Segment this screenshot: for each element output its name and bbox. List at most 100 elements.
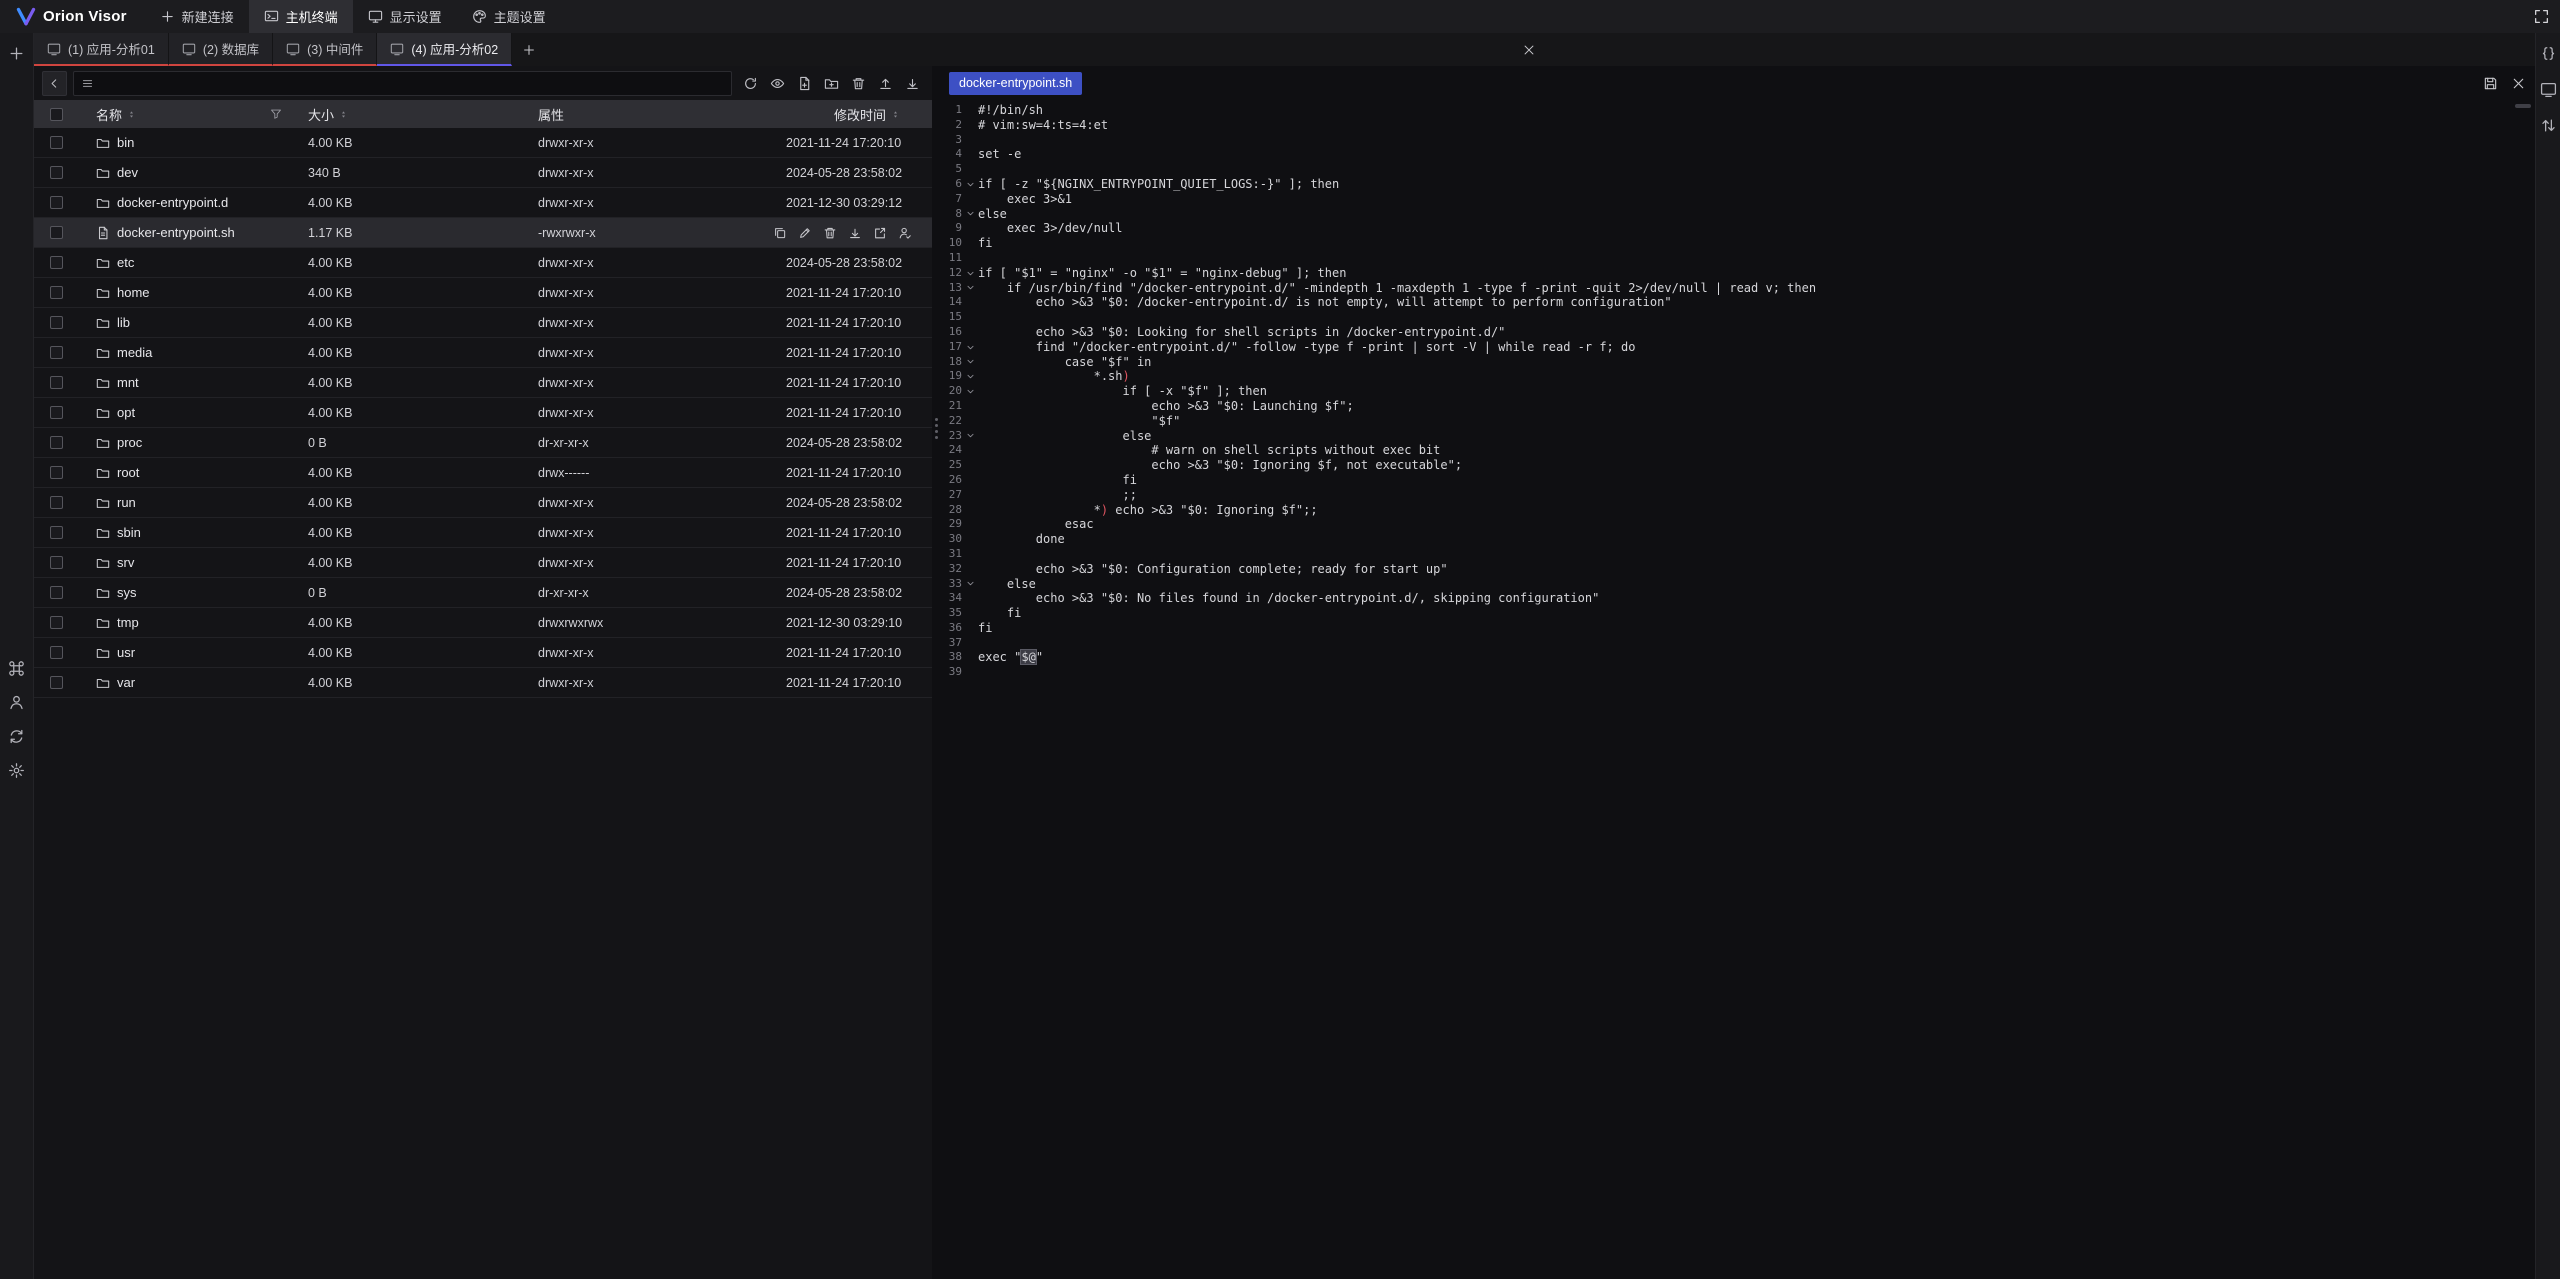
fullscreen-icon[interactable] <box>2533 8 2550 25</box>
column-header-name[interactable]: 名称 <box>78 100 290 128</box>
file-row-docker-entrypoint.d[interactable]: docker-entrypoint.d4.00 KBdrwxr-xr-x2021… <box>34 188 932 218</box>
shortcut-icon[interactable] <box>8 660 25 677</box>
column-header-size[interactable]: 大小 <box>290 100 520 128</box>
sort-icon[interactable] <box>339 108 348 121</box>
snippet-icon[interactable] <box>2540 45 2557 62</box>
user-icon[interactable] <box>8 694 25 711</box>
new-file-button[interactable] <box>792 71 816 95</box>
fold-chevron-icon[interactable] <box>962 209 978 218</box>
close-editor-icon[interactable] <box>2511 76 2526 91</box>
row-checkbox[interactable] <box>50 436 63 449</box>
file-row-mnt[interactable]: mnt4.00 KBdrwxr-xr-x2021-11-24 17:20:10 <box>34 368 932 398</box>
sync-icon[interactable] <box>8 728 25 745</box>
brand[interactable]: Orion Visor <box>0 7 145 27</box>
save-icon[interactable] <box>2483 76 2498 91</box>
file-row-sbin[interactable]: sbin4.00 KBdrwxr-xr-x2021-11-24 17:20:10 <box>34 518 932 548</box>
file-row-media[interactable]: media4.00 KBdrwxr-xr-x2021-11-24 17:20:1… <box>34 338 932 368</box>
row-checkbox[interactable] <box>50 496 63 509</box>
edit-icon[interactable] <box>798 226 812 240</box>
new-folder-button[interactable] <box>819 71 843 95</box>
back-button[interactable] <box>42 71 67 96</box>
file-row-opt[interactable]: opt4.00 KBdrwxr-xr-x2021-11-24 17:20:10 <box>34 398 932 428</box>
file-row-tmp[interactable]: tmp4.00 KBdrwxrwxrwx2021-12-30 03:29:10 <box>34 608 932 638</box>
row-checkbox[interactable] <box>50 646 63 659</box>
row-checkbox[interactable] <box>50 196 63 209</box>
file-row-dev[interactable]: dev340 Bdrwxr-xr-x2024-05-28 23:58:02 <box>34 158 932 188</box>
row-checkbox[interactable] <box>50 676 63 689</box>
filter-icon[interactable] <box>270 108 282 120</box>
menu-item-theme-settings[interactable]: 主题设置 <box>457 0 561 33</box>
upload-button[interactable] <box>873 71 897 95</box>
code-text: fi <box>978 236 992 251</box>
fold-chevron-icon[interactable] <box>962 431 978 440</box>
permission-icon[interactable] <box>898 226 912 240</box>
file-row-srv[interactable]: srv4.00 KBdrwxr-xr-x2021-11-24 17:20:10 <box>34 548 932 578</box>
row-checkbox[interactable] <box>50 406 63 419</box>
refresh-button[interactable] <box>738 71 762 95</box>
fold-chevron-icon[interactable] <box>962 269 978 278</box>
row-checkbox[interactable] <box>50 376 63 389</box>
row-checkbox[interactable] <box>50 346 63 359</box>
menu-item-new-connection[interactable]: 新建连接 <box>145 0 249 33</box>
delete-button[interactable] <box>846 71 870 95</box>
file-row-home[interactable]: home4.00 KBdrwxr-xr-x2021-11-24 17:20:10 <box>34 278 932 308</box>
file-row-run[interactable]: run4.00 KBdrwxr-xr-x2024-05-28 23:58:02 <box>34 488 932 518</box>
fold-chevron-icon[interactable] <box>962 579 978 588</box>
sort-icon[interactable] <box>891 108 900 121</box>
row-checkbox[interactable] <box>50 136 63 149</box>
code-area[interactable]: 1#!/bin/sh2# vim:sw=4:ts=4:et34set -e56i… <box>940 100 2535 1279</box>
file-row-docker-entrypoint.sh[interactable]: docker-entrypoint.sh1.17 KB-rwxrwxr-x <box>34 218 932 248</box>
editor-file-tab[interactable]: docker-entrypoint.sh <box>949 72 1082 95</box>
delete-icon[interactable] <box>823 226 837 240</box>
row-checkbox[interactable] <box>50 466 63 479</box>
new-connection-icon[interactable] <box>8 45 25 62</box>
row-checkbox[interactable] <box>50 586 63 599</box>
close-button[interactable] <box>1514 33 1544 66</box>
file-size: 4.00 KB <box>290 466 520 480</box>
add-tab-button[interactable] <box>512 33 546 66</box>
menu-item-display-settings[interactable]: 显示设置 <box>353 0 457 33</box>
row-checkbox[interactable] <box>50 166 63 179</box>
fold-chevron-icon[interactable] <box>962 343 978 352</box>
sort-icon[interactable] <box>127 108 136 121</box>
path-list-icon[interactable] <box>81 77 94 90</box>
file-row-root[interactable]: root4.00 KBdrwx------2021-11-24 17:20:10 <box>34 458 932 488</box>
screen-icon[interactable] <box>2540 81 2557 98</box>
file-row-proc[interactable]: proc0 Bdr-xr-xr-x2024-05-28 23:58:02 <box>34 428 932 458</box>
fold-chevron-icon[interactable] <box>962 180 978 189</box>
transfer-icon[interactable] <box>2540 117 2557 134</box>
row-checkbox[interactable] <box>50 556 63 569</box>
fold-chevron-icon[interactable] <box>962 283 978 292</box>
download-button[interactable] <box>900 71 924 95</box>
terminal-tab-2[interactable]: (2) 数据库 <box>169 33 273 66</box>
file-row-sys[interactable]: sys0 Bdr-xr-xr-x2024-05-28 23:58:02 <box>34 578 932 608</box>
file-row-usr[interactable]: usr4.00 KBdrwxr-xr-x2021-11-24 17:20:10 <box>34 638 932 668</box>
row-checkbox[interactable] <box>50 316 63 329</box>
file-row-etc[interactable]: etc4.00 KBdrwxr-xr-x2024-05-28 23:58:02 <box>34 248 932 278</box>
file-row-bin[interactable]: bin4.00 KBdrwxr-xr-x2021-11-24 17:20:10 <box>34 128 932 158</box>
scrollbar-thumb[interactable] <box>2515 104 2531 108</box>
row-checkbox[interactable] <box>50 226 63 239</box>
fold-chevron-icon[interactable] <box>962 387 978 396</box>
download-icon[interactable] <box>848 226 862 240</box>
file-row-lib[interactable]: lib4.00 KBdrwxr-xr-x2021-11-24 17:20:10 <box>34 308 932 338</box>
fold-chevron-icon[interactable] <box>962 357 978 366</box>
column-header-mtime[interactable]: 修改时间 <box>768 100 932 128</box>
row-checkbox[interactable] <box>50 286 63 299</box>
row-checkbox[interactable] <box>50 616 63 629</box>
row-checkbox[interactable] <box>50 256 63 269</box>
preview-button[interactable] <box>765 71 789 95</box>
fold-chevron-icon[interactable] <box>962 372 978 381</box>
menu-item-host-terminal[interactable]: 主机终端 <box>249 0 353 33</box>
path-input[interactable] <box>100 76 724 90</box>
terminal-tab-1[interactable]: (1) 应用-分析01 <box>34 33 169 66</box>
file-row-var[interactable]: var4.00 KBdrwxr-xr-x2021-11-24 17:20:10 <box>34 668 932 698</box>
select-all-checkbox[interactable] <box>50 108 63 121</box>
terminal-tab-3[interactable]: (3) 中间件 <box>273 33 377 66</box>
panel-resize-handle[interactable] <box>932 66 940 1279</box>
terminal-tab-4[interactable]: (4) 应用-分析02 <box>377 33 512 66</box>
move-icon[interactable] <box>873 226 887 240</box>
row-checkbox[interactable] <box>50 526 63 539</box>
copy-icon[interactable] <box>773 226 787 240</box>
settings-icon[interactable] <box>8 762 25 779</box>
